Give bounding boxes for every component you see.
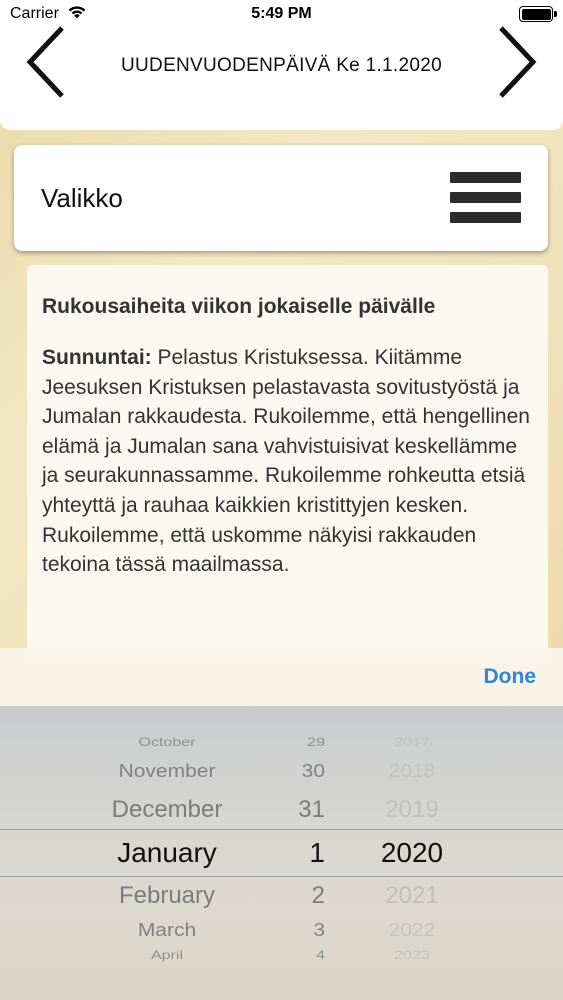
picker-month-selected[interactable]: January [47, 837, 287, 869]
picker-year[interactable]: 2019 [352, 796, 472, 824]
picker-day-selected[interactable]: 1 [265, 837, 325, 869]
picker-day[interactable]: 2 [265, 882, 325, 910]
picker-month[interactable]: March [47, 920, 287, 942]
picker-month[interactable]: February [47, 882, 287, 910]
picker-month[interactable]: April [47, 949, 287, 963]
picker-month[interactable]: November [47, 761, 287, 783]
status-bar: Carrier 5:49 PM [0, 0, 563, 30]
day-label: Sunnuntai: [42, 346, 152, 369]
picker-day[interactable]: 4 [265, 949, 325, 963]
next-day-button[interactable] [483, 26, 543, 106]
date-title: UUDENVUODENPÄIVÄ Ke 1.1.2020 [121, 55, 442, 76]
picker-year[interactable]: 2021 [352, 882, 472, 910]
clock: 5:49 PM [251, 5, 312, 22]
day-text: Pelastus Kristuksessa. Kiitämme Jeesukse… [42, 346, 530, 577]
picker-day[interactable]: 29 [265, 736, 325, 750]
battery-icon [519, 6, 557, 22]
picker-month[interactable]: October [47, 736, 287, 750]
picker-day[interactable]: 3 [265, 920, 325, 942]
picker-year[interactable]: 2022 [352, 920, 472, 942]
menu-bar[interactable]: Valikko [14, 145, 548, 251]
card-body: Sunnuntai: Pelastus Kristuksessa. Kiitäm… [42, 343, 532, 580]
picker-month[interactable]: December [47, 796, 287, 824]
chevron-right-icon [499, 26, 537, 98]
chevron-left-icon [26, 26, 64, 98]
hamburger-menu-icon[interactable] [450, 172, 521, 223]
picker-toolbar: Done [0, 648, 563, 706]
picker-year-selected[interactable]: 2020 [352, 837, 472, 869]
previous-day-button[interactable] [20, 26, 80, 106]
date-header: UUDENVUODENPÄIVÄ Ke 1.1.2020 [0, 26, 563, 130]
picker-day[interactable]: 30 [265, 761, 325, 783]
picker-year[interactable]: 2023 [352, 949, 472, 963]
prayer-topics-card: Rukousaiheita viikon jokaiselle päivälle… [27, 265, 548, 665]
picker-year[interactable]: 2018 [352, 761, 472, 783]
date-picker[interactable]: October 29 2017 November 30 2018 Decembe… [0, 706, 563, 1000]
done-button[interactable]: Done [484, 665, 537, 689]
picker-year[interactable]: 2017 [352, 736, 472, 750]
menu-label: Valikko [41, 183, 123, 213]
card-heading: Rukousaiheita viikon jokaiselle päivälle [42, 295, 436, 318]
picker-day[interactable]: 31 [265, 796, 325, 824]
